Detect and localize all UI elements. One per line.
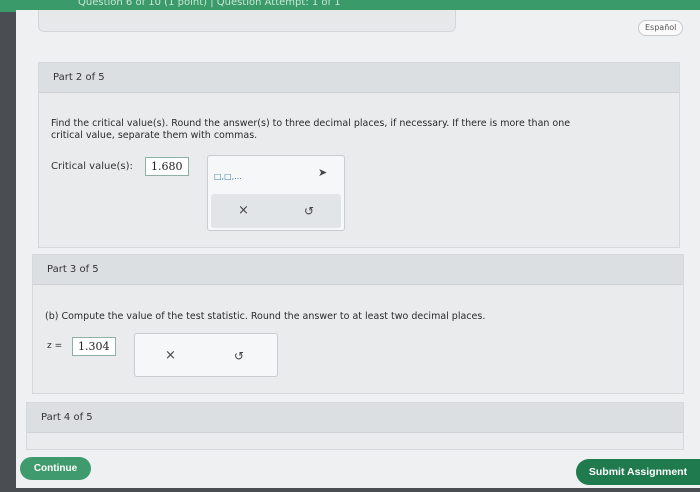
question-screen: Español Part 2 of 5 Find the critical va…: [16, 10, 700, 492]
submit-assignment-button[interactable]: Submit Assignment: [576, 459, 700, 485]
part-3-title: Part 3 of 5: [47, 264, 99, 275]
part-2-prompt-line2: critical value, separate them with comma…: [51, 130, 258, 141]
part-3-math-toolbar: × ↺: [134, 333, 278, 377]
part-2-action-strip: × ↺: [211, 194, 341, 228]
part-4-header: Part 4 of 5: [27, 403, 683, 433]
previous-part-card: [38, 10, 456, 32]
part-2-prompt: Find the critical value(s). Round the an…: [51, 118, 641, 142]
bottom-edge: [16, 488, 700, 492]
part-2-prompt-line1: Find the critical value(s). Round the an…: [51, 118, 571, 129]
part-2-header: Part 2 of 5: [39, 63, 679, 93]
undo-icon[interactable]: ↺: [234, 349, 244, 363]
part-3-section: Part 3 of 5 (b) Compute the value of the…: [32, 254, 684, 394]
list-template-icon[interactable]: □,□,...: [214, 170, 242, 184]
part-2-math-toolbar: □,□,... ➤ × ↺: [207, 155, 345, 231]
clear-icon[interactable]: ×: [165, 349, 176, 363]
clear-icon[interactable]: ×: [238, 204, 249, 218]
language-button[interactable]: Español: [638, 20, 684, 36]
question-header-text: Question 6 of 10 (1 point) | Question At…: [78, 0, 341, 8]
test-statistic-input[interactable]: 1.304: [72, 337, 116, 356]
z-label: z =: [47, 341, 63, 351]
part-4-section: Part 4 of 5: [26, 402, 684, 450]
part-3-prompt: (b) Compute the value of the test statis…: [45, 311, 486, 322]
undo-icon[interactable]: ↺: [304, 204, 314, 218]
part-2-section: Part 2 of 5 Find the critical value(s). …: [38, 62, 680, 248]
critical-value-label: Critical value(s):: [51, 161, 133, 172]
part-4-title: Part 4 of 5: [41, 412, 93, 423]
part-2-title: Part 2 of 5: [53, 72, 105, 83]
cursor-pointer-icon: ➤: [318, 166, 328, 179]
part-3-header: Part 3 of 5: [33, 255, 683, 285]
critical-value-input[interactable]: 1.680: [145, 157, 189, 176]
continue-button[interactable]: Continue: [20, 457, 91, 480]
